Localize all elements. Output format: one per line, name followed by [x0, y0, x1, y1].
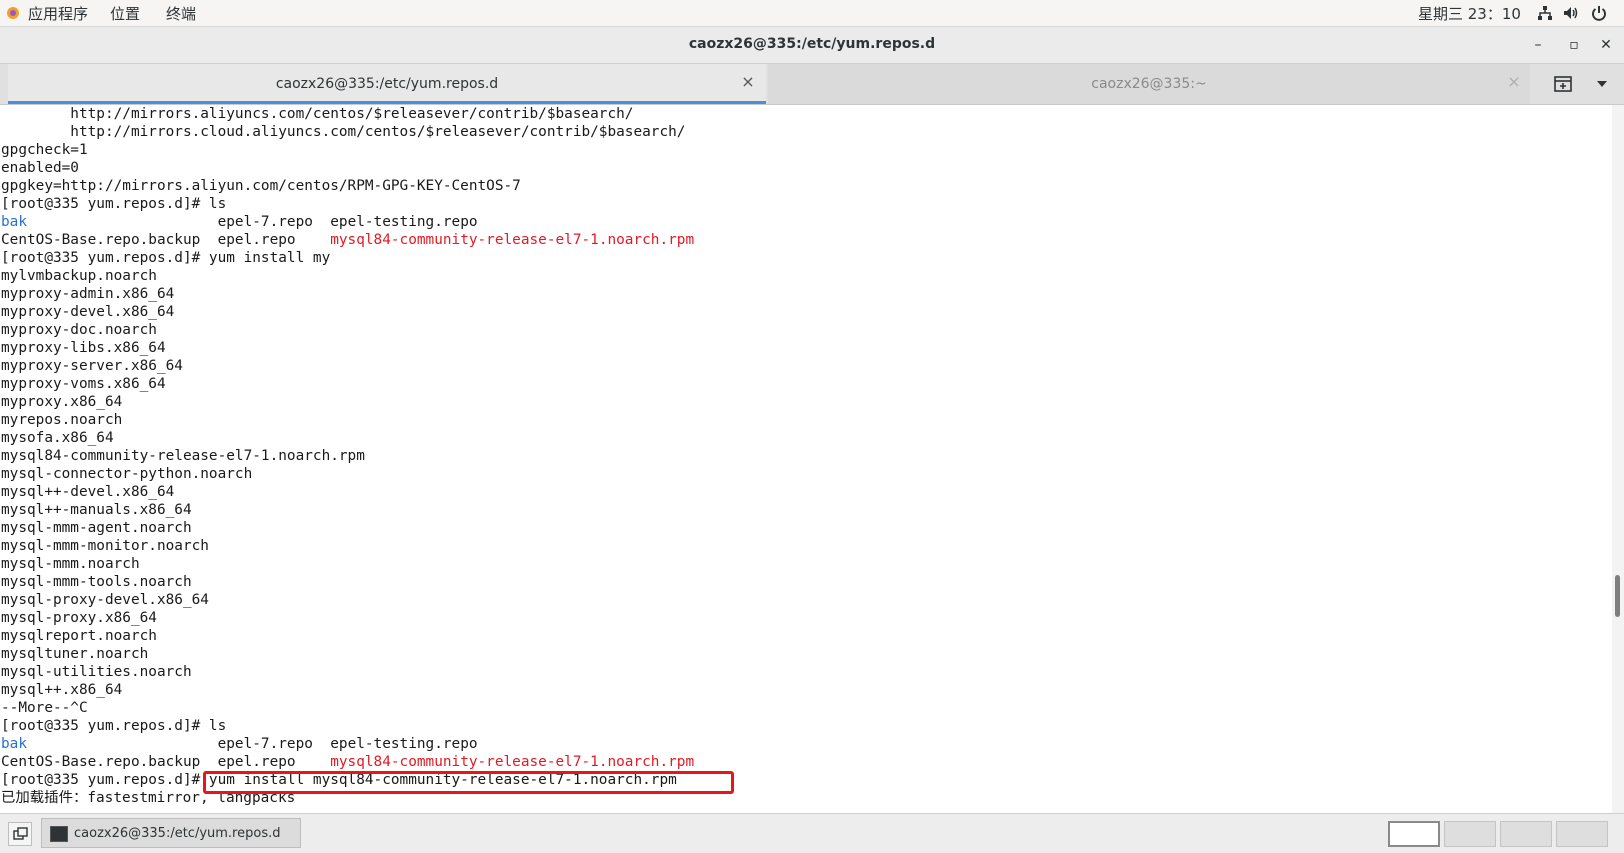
- window-titlebar[interactable]: caozx26@335:/etc/yum.repos.d – ▫ ✕: [0, 27, 1624, 64]
- close-button[interactable]: ✕: [1596, 35, 1616, 55]
- terminal-text: CentOS-Base.repo.backup epel.repo: [1, 232, 331, 248]
- minimize-button[interactable]: –: [1528, 35, 1548, 55]
- terminal-text: epel-7.repo epel-testing.repo: [27, 736, 478, 752]
- terminal-line: mysql-mmm-agent.noarch: [1, 520, 192, 536]
- terminal-line: myproxy.x86_64: [1, 394, 123, 410]
- terminal-line: http://mirrors.aliyuncs.com/centos/$rele…: [1, 106, 634, 122]
- places-menu[interactable]: 位置: [110, 3, 140, 24]
- terminal-line: CentOS-Base.repo.backup epel.repo mysql8…: [1, 231, 694, 249]
- directory-name: bak: [1, 736, 27, 752]
- terminal-line: myrepos.noarch: [1, 412, 123, 428]
- maximize-button[interactable]: ▫: [1564, 35, 1584, 55]
- terminal-menu[interactable]: 终端: [166, 3, 196, 24]
- new-tab-icon[interactable]: [1554, 76, 1572, 92]
- terminal-line: mylvmbackup.noarch: [1, 268, 157, 284]
- terminal-line: [root@335 yum.repos.d]# yum install my: [1, 250, 331, 266]
- terminal-line: mysql-utilities.noarch: [1, 664, 192, 680]
- terminal-line: http://mirrors.cloud.aliyuncs.com/centos…: [1, 124, 686, 140]
- workspace-2[interactable]: [1444, 821, 1496, 847]
- terminal-line: mysqltuner.noarch: [1, 646, 149, 662]
- applications-icon: [7, 7, 19, 19]
- terminal-line: mysql84-community-release-el7-1.noarch.r…: [1, 448, 365, 464]
- directory-name: bak: [1, 214, 27, 230]
- terminal-line: gpgcheck=1: [1, 142, 88, 158]
- scrollbar[interactable]: [1612, 105, 1624, 813]
- network-icon[interactable]: [1536, 4, 1554, 22]
- window-title: caozx26@335:/etc/yum.repos.d: [688, 36, 936, 52]
- terminal-line: [root@335 yum.repos.d]# ls: [1, 718, 227, 734]
- workspace-1[interactable]: [1388, 821, 1440, 847]
- power-icon[interactable]: [1590, 4, 1608, 22]
- tab-etc-yum-repos[interactable]: caozx26@335:/etc/yum.repos.d ×: [8, 64, 766, 104]
- tab-close-icon[interactable]: ×: [1506, 74, 1522, 90]
- terminal-icon: [50, 826, 68, 842]
- terminal-line: [root@335 yum.repos.d]# ls: [1, 196, 227, 212]
- terminal-line: myproxy-server.x86_64: [1, 358, 183, 374]
- terminal-line: myproxy-libs.x86_64: [1, 340, 166, 356]
- tab-bar: caozx26@335:/etc/yum.repos.d × caozx26@3…: [0, 64, 1624, 105]
- terminal-text: CentOS-Base.repo.backup epel.repo: [1, 754, 331, 770]
- scrollbar-thumb[interactable]: [1615, 575, 1620, 617]
- taskbar-window-item[interactable]: caozx26@335:/etc/yum.repos.d: [41, 818, 301, 848]
- terminal-line: mysql-proxy-devel.x86_64: [1, 592, 209, 608]
- workspace-4[interactable]: [1556, 821, 1608, 847]
- terminal-line: mysqlreport.noarch: [1, 628, 157, 644]
- bottom-taskbar: caozx26@335:/etc/yum.repos.d: [0, 813, 1624, 853]
- terminal-line: bak epel-7.repo epel-testing.repo: [1, 213, 478, 231]
- tab-label: caozx26@335:/etc/yum.repos.d: [275, 76, 499, 92]
- terminal-line: --More--^C: [1, 700, 88, 716]
- workspace-3[interactable]: [1500, 821, 1552, 847]
- terminal-line: mysql++.x86_64: [1, 682, 123, 698]
- terminal-line: mysql-mmm.noarch: [1, 556, 140, 572]
- show-desktop-icon[interactable]: [8, 822, 32, 846]
- tab-label: caozx26@335:~: [1091, 76, 1207, 92]
- terminal-line: mysql-proxy.x86_64: [1, 610, 157, 626]
- terminal-line: mysql++-devel.x86_64: [1, 484, 175, 500]
- terminal-output[interactable]: http://mirrors.aliyuncs.com/centos/$rele…: [0, 105, 1612, 813]
- terminal-line: mysql-connector-python.noarch: [1, 466, 253, 482]
- tab-close-icon[interactable]: ×: [740, 74, 756, 90]
- clock[interactable]: 星期三 23：10: [1418, 3, 1521, 24]
- terminal-line: mysql-mmm-monitor.noarch: [1, 538, 209, 554]
- taskbar-window-label: caozx26@335:/etc/yum.repos.d: [74, 826, 281, 841]
- terminal-text: epel-7.repo epel-testing.repo: [27, 214, 478, 230]
- command-highlight-box: [203, 771, 734, 794]
- tab-home[interactable]: caozx26@335:~ ×: [768, 64, 1530, 104]
- terminal-line: mysql++-manuals.x86_64: [1, 502, 192, 518]
- terminal-line: myproxy-devel.x86_64: [1, 304, 175, 320]
- chevron-down-icon[interactable]: [1596, 79, 1608, 89]
- applications-menu[interactable]: 应用程序: [28, 3, 88, 24]
- terminal-line: myproxy-voms.x86_64: [1, 376, 166, 392]
- terminal-line: myproxy-admin.x86_64: [1, 286, 175, 302]
- terminal-line: gpgkey=http://mirrors.aliyun.com/centos/…: [1, 178, 521, 194]
- active-tab-indicator: [8, 101, 766, 104]
- rpm-file-name: mysql84-community-release-el7-1.noarch.r…: [330, 232, 695, 248]
- rpm-file-name: mysql84-community-release-el7-1.noarch.r…: [330, 754, 695, 770]
- volume-icon[interactable]: [1562, 4, 1580, 22]
- terminal-line: CentOS-Base.repo.backup epel.repo mysql8…: [1, 753, 694, 771]
- top-panel: 应用程序 位置 终端 星期三 23：10: [0, 0, 1624, 27]
- terminal-line: mysofa.x86_64: [1, 430, 114, 446]
- terminal-line: myproxy-doc.noarch: [1, 322, 157, 338]
- terminal-line: enabled=0: [1, 160, 79, 176]
- terminal-line: bak epel-7.repo epel-testing.repo: [1, 735, 478, 753]
- terminal-line: mysql-mmm-tools.noarch: [1, 574, 192, 590]
